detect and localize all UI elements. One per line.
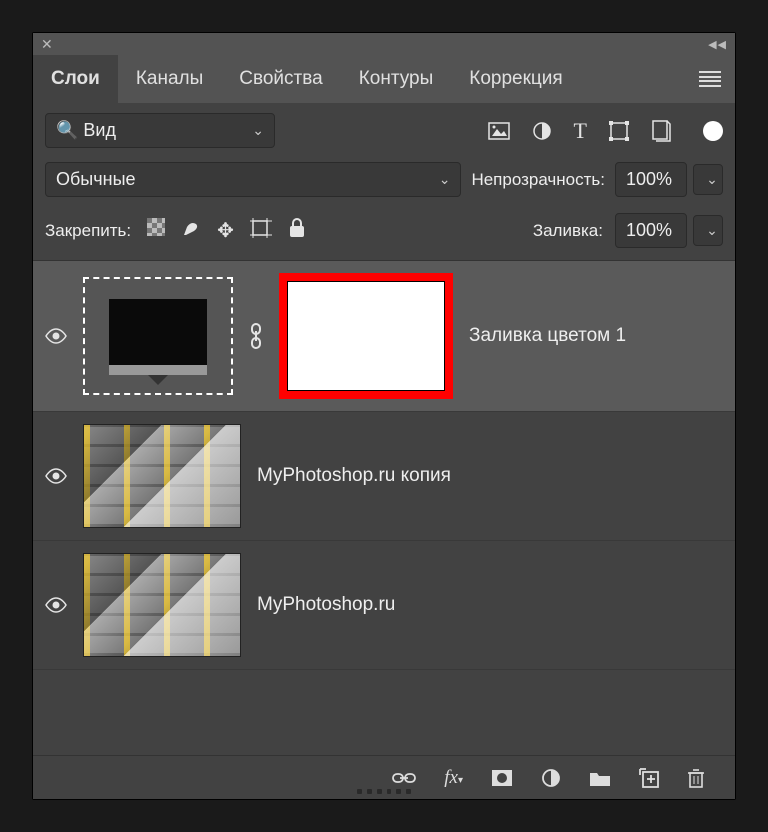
tab-paths[interactable]: Контуры [341,55,452,103]
lock-artboard-icon[interactable] [250,218,272,243]
shape-filter-icon[interactable] [609,121,629,141]
lock-all-icon[interactable] [288,218,306,243]
layer-name[interactable]: MyPhotoshop.ru копия [257,465,723,487]
panel-body: 🔍 Вид ⌄ T О [33,103,735,799]
collapse-icon[interactable]: ◀◀ [708,38,727,51]
panel-titlebar: ✕ ◀◀ [33,33,735,55]
blend-row: Обычные ⌄ Непрозрачность: 100% ⌄ [33,158,735,207]
kind-label: Вид [83,120,116,140]
opacity-stepper[interactable]: ⌄ [693,164,723,195]
lock-row: Закрепить: ✥ Заливка: 100% ⌄ [33,207,735,260]
visibility-icon[interactable] [45,597,67,613]
panel-menu-icon[interactable] [699,71,721,87]
adjust-filter-icon[interactable] [532,121,552,141]
lock-paint-icon[interactable] [181,218,201,243]
blend-mode-select[interactable]: Обычные ⌄ [45,162,461,197]
tab-adjustments[interactable]: Коррекция [451,55,580,103]
layer-thumbnail[interactable] [83,277,233,395]
layer-thumbnail[interactable] [83,553,241,657]
layers-panel: ✕ ◀◀ Слои Каналы Свойства Контуры Коррек… [32,32,736,800]
filter-icons: T [488,118,723,144]
lock-label: Закрепить: [45,221,131,241]
layer-row[interactable]: MyPhotoshop.ru [33,541,735,670]
mask-icon[interactable] [491,769,513,787]
fx-icon[interactable]: fx▾ [444,767,463,789]
filter-row: 🔍 Вид ⌄ T [33,103,735,158]
tab-channels[interactable]: Каналы [118,55,221,103]
layer-row[interactable]: MyPhotoshop.ru копия [33,412,735,541]
fill-stepper[interactable]: ⌄ [693,215,723,246]
lock-transparency-icon[interactable] [147,218,165,243]
fill-input[interactable]: 100% [615,213,687,248]
image-filter-icon[interactable] [488,122,510,140]
blend-mode-label: Обычные [56,169,136,190]
opacity-label: Непрозрачность: [471,170,605,190]
lock-move-icon[interactable]: ✥ [217,218,234,243]
layer-name[interactable]: MyPhotoshop.ru [257,594,723,616]
lock-icons: ✥ [147,218,306,243]
visibility-icon[interactable] [45,468,67,484]
layer-mask-thumbnail[interactable] [279,273,453,399]
tab-layers[interactable]: Слои [33,55,118,103]
tabs-bar: Слои Каналы Свойства Контуры Коррекция [33,55,735,103]
visibility-icon[interactable] [45,328,67,344]
close-icon[interactable]: ✕ [41,36,53,53]
trash-icon[interactable] [687,768,705,788]
kind-select[interactable]: 🔍 Вид ⌄ [45,113,275,148]
link-icon[interactable] [392,771,416,785]
resize-grip[interactable] [357,789,411,795]
type-filter-icon[interactable]: T [574,118,587,144]
layer-name[interactable]: Заливка цветом 1 [469,325,723,347]
opacity-input[interactable]: 100% [615,162,687,197]
smart-filter-icon[interactable] [651,120,671,142]
chevron-down-icon: ⌄ [252,122,264,139]
adjustment-icon[interactable] [541,768,561,788]
filter-toggle[interactable] [703,121,723,141]
newlayer-icon[interactable] [639,768,659,788]
group-icon[interactable] [589,769,611,787]
link-mask-icon[interactable] [249,323,263,349]
layer-row[interactable]: Заливка цветом 1 [33,261,735,412]
chevron-down-icon: ⌄ [439,171,451,188]
layer-thumbnail[interactable] [83,424,241,528]
fill-label: Заливка: [533,221,603,241]
layers-list: Заливка цветом 1 MyPhotoshop.ru копия My… [33,260,735,755]
tab-properties[interactable]: Свойства [221,55,340,103]
